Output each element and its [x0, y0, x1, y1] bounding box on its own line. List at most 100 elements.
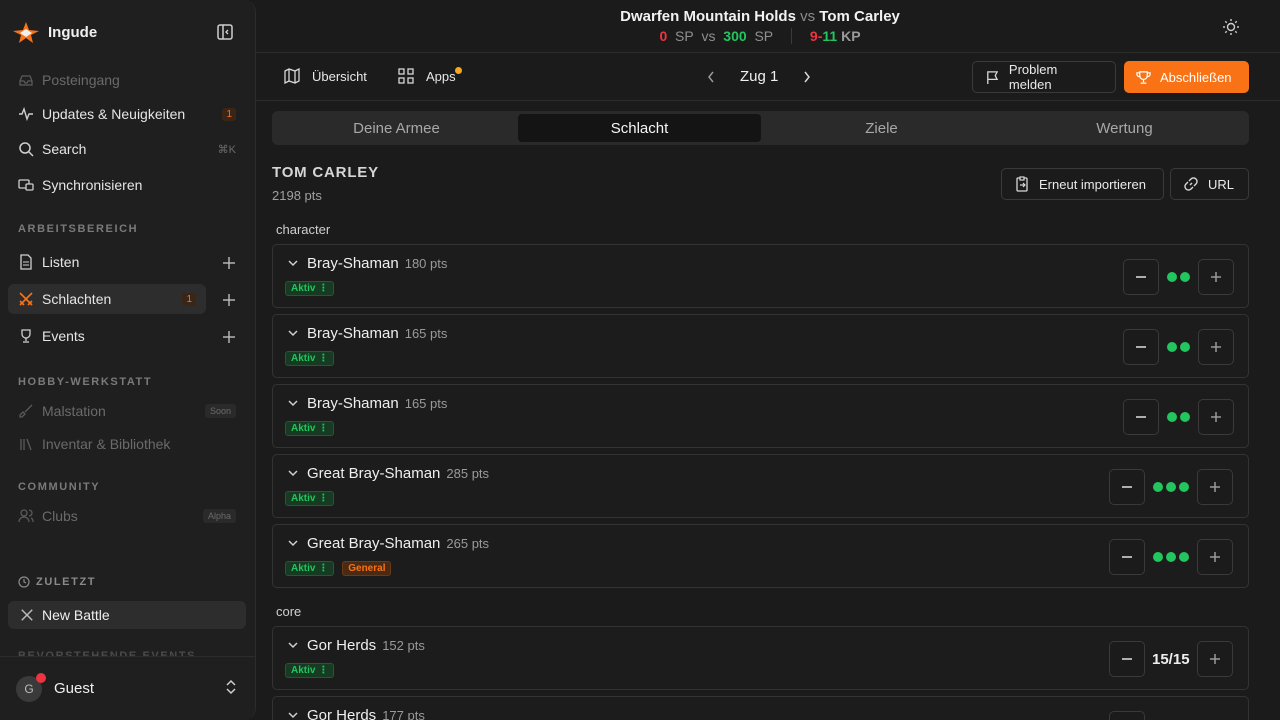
wound-pips	[1145, 552, 1197, 562]
sidebar-item-search[interactable]: Search ⌘K	[8, 134, 246, 164]
status-badge[interactable]: Aktiv ⋮	[285, 491, 335, 506]
unit-card[interactable]: Gor Herds 177 pts	[272, 696, 1249, 720]
user-menu[interactable]: G Guest	[0, 656, 255, 720]
chevron-down-icon[interactable]	[287, 639, 299, 651]
chevron-down-icon[interactable]	[287, 709, 299, 720]
increment-button[interactable]	[1197, 469, 1233, 505]
unit-card[interactable]: Bray-Shaman 180 pts Aktiv ⋮	[272, 244, 1249, 308]
unit-points: 165 pts	[404, 326, 448, 341]
sidebar-item-clubs[interactable]: Clubs Alpha	[8, 501, 246, 531]
recent-item-new-battle[interactable]: New Battle	[8, 601, 246, 629]
avatar-initial: G	[24, 681, 34, 696]
wound-pips	[1159, 412, 1198, 422]
decrement-button[interactable]	[1123, 329, 1159, 365]
match-title: Dwarfen Mountain Holds vs Tom Carley	[256, 8, 1264, 25]
player1-kp: 9	[809, 28, 818, 44]
model-count-stepper: 15/15	[1109, 641, 1233, 677]
add-battle-icon[interactable]	[222, 293, 236, 307]
minus-icon	[1122, 556, 1132, 558]
overview-button[interactable]: Übersicht	[284, 68, 367, 84]
unit-tags: Aktiv ⋮	[285, 281, 335, 296]
decrement-button[interactable]	[1123, 399, 1159, 435]
url-button[interactable]: URL	[1170, 168, 1249, 200]
wound-pip	[1153, 552, 1163, 562]
sidebar-item-inbox[interactable]: Posteingang	[8, 65, 246, 95]
tab-scoring[interactable]: Wertung	[1003, 114, 1246, 142]
finish-button[interactable]: Abschließen	[1124, 61, 1249, 93]
status-badge[interactable]: Aktiv ⋮	[285, 421, 335, 436]
decrement-button[interactable]	[1109, 711, 1145, 720]
chevron-down-icon[interactable]	[287, 327, 299, 339]
chevron-down-icon[interactable]	[287, 257, 299, 269]
unit-title: Bray-Shaman 180 pts	[307, 255, 447, 272]
increment-button[interactable]	[1198, 259, 1234, 295]
status-badge[interactable]: Aktiv ⋮	[285, 281, 335, 296]
decrement-button[interactable]	[1109, 469, 1145, 505]
increment-button[interactable]	[1198, 399, 1234, 435]
increment-button[interactable]	[1198, 329, 1234, 365]
unit-card[interactable]: Bray-Shaman 165 pts Aktiv ⋮	[272, 384, 1249, 448]
player2-score: 300	[723, 28, 747, 44]
sidebar-item-library[interactable]: Inventar & Bibliothek	[8, 429, 246, 459]
chevron-down-icon[interactable]	[287, 467, 299, 479]
status-badge[interactable]: Aktiv ⋮	[285, 561, 335, 576]
logo-icon	[13, 22, 39, 43]
score-vs: vs	[701, 28, 716, 44]
decrement-button[interactable]	[1109, 641, 1145, 677]
wound-pip	[1180, 412, 1190, 422]
wounds-stepper	[1109, 539, 1233, 575]
increment-button[interactable]	[1196, 641, 1233, 677]
tab-your-army[interactable]: Deine Armee	[275, 114, 518, 142]
sidebar-item-battles[interactable]: Schlachten 1	[8, 284, 206, 314]
tab-battle[interactable]: Schlacht	[518, 114, 761, 142]
url-label: URL	[1208, 176, 1235, 192]
apps-button[interactable]: Apps	[398, 66, 462, 84]
sidebar-item-lists[interactable]: Listen	[8, 247, 206, 277]
increment-button[interactable]	[1197, 539, 1233, 575]
brush-icon	[19, 404, 33, 418]
sun-icon[interactable]	[1222, 18, 1240, 36]
avatar: G	[16, 672, 46, 702]
updates-badge: 1	[222, 107, 236, 121]
chevron-left-icon[interactable]	[706, 70, 716, 84]
wound-pips	[1145, 482, 1197, 492]
sidebar-item-sync[interactable]: Synchronisieren	[8, 170, 246, 200]
minus-icon	[1122, 658, 1132, 660]
sidebar: Ingude Posteingang Updates & Neuigkeiten…	[0, 0, 256, 720]
decrement-button[interactable]	[1123, 259, 1159, 295]
sidebar-item-label: Listen	[42, 254, 80, 270]
unit-name: Bray-Shaman	[307, 395, 399, 412]
sidebar-item-paint-station[interactable]: Malstation Soon	[8, 396, 246, 426]
decrement-button[interactable]	[1109, 539, 1145, 575]
unit-card[interactable]: Bray-Shaman 165 pts Aktiv ⋮	[272, 314, 1249, 378]
tab-objectives[interactable]: Ziele	[760, 114, 1003, 142]
unit-tags: Aktiv ⋮	[285, 351, 335, 366]
add-event-icon[interactable]	[222, 330, 236, 344]
report-problem-button[interactable]: Problem melden	[972, 61, 1116, 93]
reimport-button[interactable]: Erneut importieren	[1001, 168, 1164, 200]
minus-icon	[1136, 276, 1146, 278]
add-list-icon[interactable]	[222, 256, 236, 270]
unit-name: Great Bray-Shaman	[307, 535, 441, 552]
chevron-down-icon[interactable]	[287, 397, 299, 409]
chevron-up-down-icon	[226, 679, 236, 695]
chevron-down-icon[interactable]	[287, 537, 299, 549]
player1-name: Dwarfen Mountain Holds	[620, 8, 796, 25]
apps-label-wrap: Apps	[426, 66, 462, 84]
chevron-right-icon[interactable]	[802, 70, 812, 84]
unit-name: Gor Herds	[307, 637, 377, 654]
status-badge[interactable]: Aktiv ⋮	[285, 351, 335, 366]
wound-pip	[1166, 552, 1176, 562]
unit-card[interactable]: Great Bray-Shaman 285 pts Aktiv ⋮	[272, 454, 1249, 518]
unit-card[interactable]: Great Bray-Shaman 265 pts Aktiv ⋮ General	[272, 524, 1249, 588]
wound-pip	[1180, 272, 1190, 282]
brand[interactable]: Ingude	[12, 20, 97, 44]
sidebar-item-events[interactable]: Events	[8, 321, 206, 351]
search-shortcut: ⌘K	[217, 143, 236, 156]
status-badge[interactable]: Aktiv ⋮	[285, 663, 335, 678]
unit-title: Gor Herds 152 pts	[307, 637, 425, 654]
unit-card[interactable]: Gor Herds 152 pts Aktiv ⋮ 15/15	[272, 626, 1249, 690]
sidebar-collapse-icon[interactable]	[216, 23, 234, 41]
plus-icon	[1210, 482, 1220, 492]
sidebar-item-updates[interactable]: Updates & Neuigkeiten 1	[8, 99, 246, 129]
